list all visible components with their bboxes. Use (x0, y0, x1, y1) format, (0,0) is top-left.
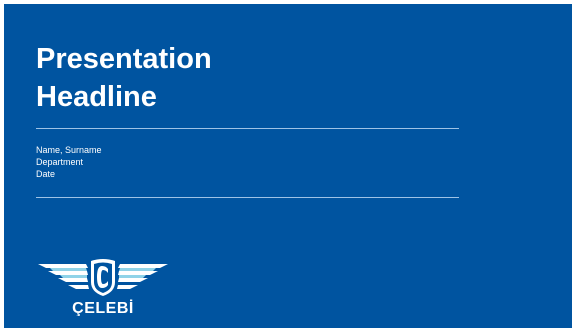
logo-wordmark: ÇELEBİ (72, 299, 134, 316)
headline-line-2: Headline (36, 81, 157, 113)
presenter-name: Name, Surname (36, 145, 102, 155)
headline-line-1: Presentation (36, 43, 212, 75)
presenter-info: Name, Surname Department Date (36, 144, 102, 180)
top-divider (36, 128, 459, 129)
bottom-divider (36, 197, 459, 198)
presenter-department: Department (36, 157, 84, 167)
presentation-date: Date (36, 169, 56, 179)
celebi-winged-logo-icon: ÇELEBİ (38, 259, 168, 316)
title-slide: Presentation Headline Name, Surname Depa… (4, 4, 572, 328)
presentation-headline: Presentation Headline (36, 40, 212, 116)
